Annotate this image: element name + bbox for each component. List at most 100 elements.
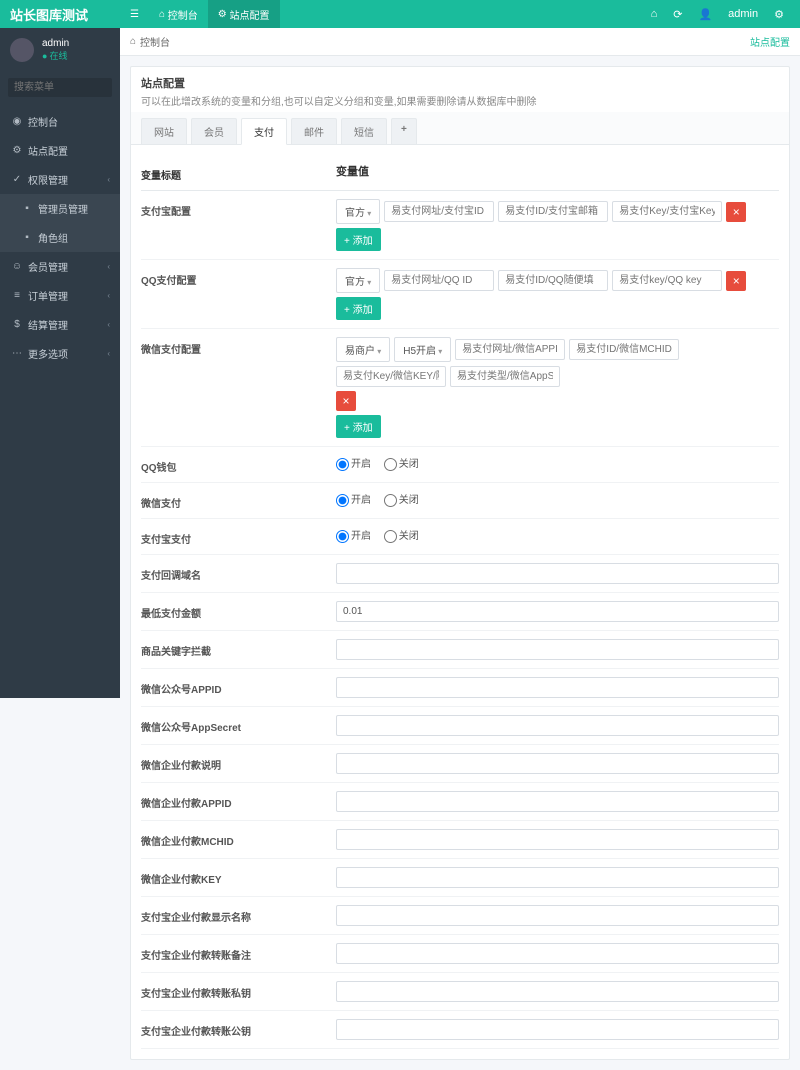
ali-ent-remark-input[interactable] [336, 943, 779, 964]
menu-order[interactable]: ≡订单管理‹ [0, 281, 120, 310]
label-qq-wallet: QQ钱包 [141, 455, 336, 474]
user-avatar-icon[interactable]: 👤 [690, 8, 720, 21]
menu-perm-role[interactable]: ▪角色组 [0, 223, 120, 252]
label-ali-ent-name: 支付宝企业付款显示名称 [141, 905, 336, 924]
refresh-icon[interactable]: ⟳ [665, 8, 690, 21]
menu-member[interactable]: ☺会员管理‹ [0, 252, 120, 281]
wx-ent-key-input[interactable] [336, 867, 779, 888]
main: ⌂ 控制台 站点配置 站点配置 可以在此增改系统的变量和分组,也可以自定义分组和… [120, 0, 800, 1070]
settings-icon[interactable]: ⚙ [766, 8, 792, 21]
sidebar-username: admin [42, 38, 69, 49]
row-ali-ent-remark: 支付宝企业付款转账备注 [141, 935, 779, 973]
topbar-username[interactable]: admin [720, 8, 766, 20]
home-icon: ⌂ [159, 9, 165, 20]
wxpay-delete-button[interactable]: × [336, 391, 356, 411]
menu-siteconfig[interactable]: ⚙站点配置 [0, 136, 120, 165]
ali-ent-prikey-input[interactable] [336, 981, 779, 1002]
logo: 站长图库测试 [0, 5, 120, 24]
panel-title: 站点配置 [141, 75, 779, 91]
ali-pay-off[interactable]: 关闭 [384, 531, 419, 542]
callback-domain-input[interactable] [336, 563, 779, 584]
row-alipay-config: 支付宝配置 官方 × 添加 [141, 191, 779, 260]
qq-wallet-off[interactable]: 关闭 [384, 459, 419, 470]
min-amount-input[interactable] [336, 601, 779, 622]
shield-icon: ✓ [10, 174, 24, 185]
wxpay-key-input[interactable] [336, 366, 446, 387]
tab-member[interactable]: 会员 [191, 118, 237, 144]
ali-pay-on[interactable]: 开启 [336, 531, 371, 542]
goods-keyword-input[interactable] [336, 639, 779, 660]
qqpay-url-input[interactable] [384, 270, 494, 291]
row-wx-ent-mchid: 微信企业付款MCHID [141, 821, 779, 859]
topbar-left: ☰ ⌂ 控制台 ⚙ 站点配置 [120, 0, 280, 28]
chevron-left-icon: ‹ [107, 262, 110, 271]
panel-header: 站点配置 可以在此增改系统的变量和分组,也可以自定义分组和变量,如果需要删除请从… [131, 67, 789, 112]
config-panel: 站点配置 可以在此增改系统的变量和分组,也可以自定义分组和变量,如果需要删除请从… [130, 66, 790, 1060]
qqpay-id-input[interactable] [498, 270, 608, 291]
menu-settle[interactable]: $结算管理‹ [0, 310, 120, 339]
qq-wallet-on[interactable]: 开启 [336, 459, 371, 470]
topnav-dashboard[interactable]: ⌂ 控制台 [149, 0, 208, 28]
tab-sms[interactable]: 短信 [341, 118, 387, 144]
row-wx-ent-appid: 微信企业付款APPID [141, 783, 779, 821]
tab-pay[interactable]: 支付 [241, 118, 287, 145]
alipay-key-input[interactable] [612, 201, 722, 222]
row-wx-pay: 微信支付 开启 关闭 [141, 483, 779, 519]
menu-more[interactable]: ⋯更多选项‹ [0, 339, 120, 368]
home-icon: ⌂ [130, 36, 136, 47]
label-ali-ent-prikey: 支付宝企业付款转账私钥 [141, 981, 336, 1000]
tab-add[interactable]: + [391, 118, 417, 144]
wxpay-url-input[interactable] [455, 339, 565, 360]
label-wxpay: 微信支付配置 [141, 337, 336, 356]
wx-ent-mchid-input[interactable] [336, 829, 779, 850]
wxpay-select2[interactable]: H5开启 [394, 337, 451, 362]
topnav-siteconfig[interactable]: ⚙ 站点配置 [208, 0, 280, 28]
label-goods-keyword: 商品关键字拦截 [141, 639, 336, 658]
breadcrumb-home[interactable]: 控制台 [140, 34, 170, 49]
wx-pay-on[interactable]: 开启 [336, 495, 371, 506]
menu-perm-admin[interactable]: ▪管理员管理 [0, 194, 120, 223]
wx-appid-input[interactable] [336, 677, 779, 698]
chevron-left-icon: ‹ [107, 175, 110, 184]
alipay-add-button[interactable]: 添加 [336, 228, 381, 251]
sidebar-status: 在线 [42, 49, 69, 62]
wxpay-select1[interactable]: 易商户 [336, 337, 390, 362]
alipay-url-input[interactable] [384, 201, 494, 222]
ali-ent-name-input[interactable] [336, 905, 779, 926]
wxpay-id-input[interactable] [569, 339, 679, 360]
wxpay-secret-input[interactable] [450, 366, 560, 387]
topbar-right: ⌂ ⟳ 👤 admin ⚙ [643, 8, 800, 21]
menu-dashboard[interactable]: ◉控制台 [0, 107, 120, 136]
row-min-amount: 最低支付金额 [141, 593, 779, 631]
menu-perm[interactable]: ✓权限管理‹ [0, 165, 120, 194]
qqpay-add-button[interactable]: 添加 [336, 297, 381, 320]
label-wx-pay: 微信支付 [141, 491, 336, 510]
topbar-toggle[interactable]: ☰ [120, 0, 149, 28]
wx-appsecret-input[interactable] [336, 715, 779, 736]
alipay-select[interactable]: 官方 [336, 199, 380, 224]
qqpay-select[interactable]: 官方 [336, 268, 380, 293]
wx-pay-off[interactable]: 关闭 [384, 495, 419, 506]
chevron-left-icon: ‹ [107, 320, 110, 329]
wx-ent-appid-input[interactable] [336, 791, 779, 812]
home-icon[interactable]: ⌂ [643, 8, 666, 20]
label-alipay: 支付宝配置 [141, 199, 336, 218]
row-wx-appsecret: 微信公众号AppSecret [141, 707, 779, 745]
tab-mail[interactable]: 邮件 [291, 118, 337, 144]
search-input[interactable] [8, 78, 112, 97]
sidebar: admin 在线 ◉控制台 ⚙站点配置 ✓权限管理‹ ▪管理员管理 ▪角色组 ☺… [0, 28, 120, 698]
ali-ent-pubkey-input[interactable] [336, 1019, 779, 1040]
qqpay-delete-button[interactable]: × [726, 271, 746, 291]
qqpay-key-input[interactable] [612, 270, 722, 291]
label-wx-ent-desc: 微信企业付款说明 [141, 753, 336, 772]
alipay-delete-button[interactable]: × [726, 202, 746, 222]
tab-site[interactable]: 网站 [141, 118, 187, 144]
row-wx-ent-key: 微信企业付款KEY [141, 859, 779, 897]
wx-ent-desc-input[interactable] [336, 753, 779, 774]
wxpay-add-button[interactable]: 添加 [336, 415, 381, 438]
row-ali-ent-name: 支付宝企业付款显示名称 [141, 897, 779, 935]
breadcrumb-current[interactable]: 站点配置 [750, 34, 790, 49]
panel-subtitle: 可以在此增改系统的变量和分组,也可以自定义分组和变量,如果需要删除请从数据库中删… [141, 93, 779, 108]
header-value: 变量值 [336, 163, 779, 179]
alipay-id-input[interactable] [498, 201, 608, 222]
